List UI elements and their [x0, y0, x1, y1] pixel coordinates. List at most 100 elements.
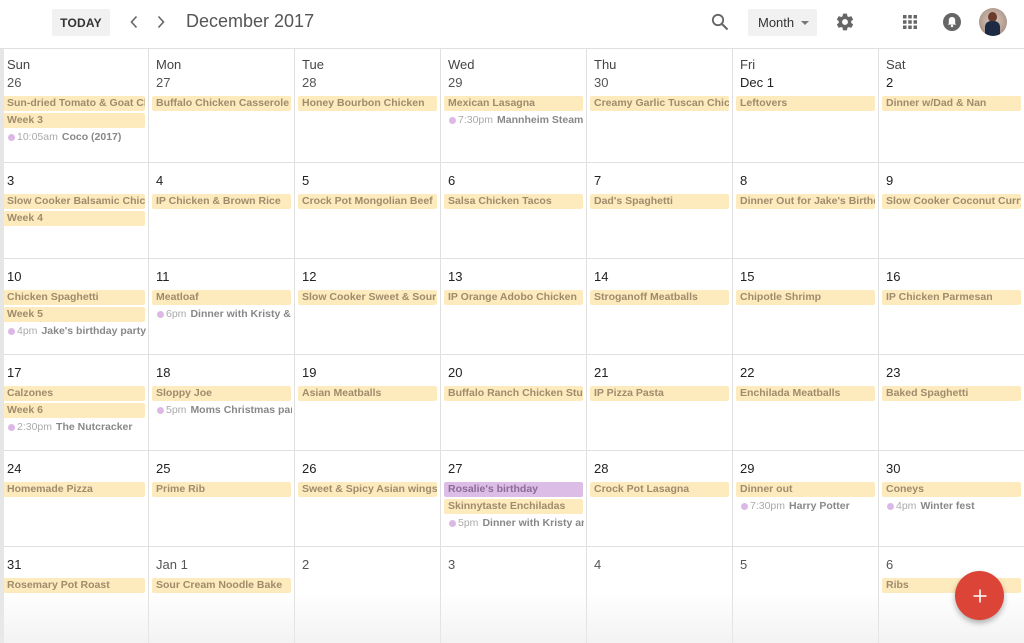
all-day-event-chip[interactable]: Prime Rib: [152, 482, 291, 497]
all-day-event-chip[interactable]: Chipotle Shrimp: [736, 290, 875, 305]
day-cell[interactable]: Wed 29 Mexican Lasagna 7:30pm Mannheim Steam…: [441, 49, 587, 162]
day-number[interactable]: 27: [448, 461, 462, 476]
next-month-button[interactable]: [150, 10, 172, 34]
all-day-event-chip[interactable]: Coneys: [882, 482, 1021, 497]
all-day-event-chip[interactable]: Homemade Pizza: [3, 482, 145, 497]
day-number[interactable]: 15: [740, 269, 754, 284]
all-day-event-chip[interactable]: Enchilada Meatballs: [736, 386, 875, 401]
timed-event[interactable]: 7:30pm Mannheim Steamr: [444, 113, 584, 128]
all-day-event-chip[interactable]: Meatloaf: [152, 290, 291, 305]
all-day-event-chip[interactable]: Buffalo Chicken Casserole: [152, 96, 291, 111]
all-day-event-chip[interactable]: Crock Pot Lasagna: [590, 482, 729, 497]
all-day-event-chip[interactable]: Dad's Spaghetti: [590, 194, 729, 209]
day-number[interactable]: 10: [7, 269, 21, 284]
day-number[interactable]: 9: [886, 173, 893, 188]
day-cell[interactable]: 29 Dinner out 7:30pm Harry Potter: [733, 451, 879, 546]
day-number[interactable]: 26: [7, 75, 21, 90]
all-day-event-chip[interactable]: Chicken Spaghetti: [3, 290, 145, 305]
day-cell[interactable]: Jan 1 Sour Cream Noodle Bake: [149, 547, 295, 643]
apps-button[interactable]: [898, 10, 922, 34]
all-day-event-chip[interactable]: Slow Cooker Balsamic Chicke: [3, 194, 145, 209]
day-number[interactable]: 16: [886, 269, 900, 284]
day-cell[interactable]: Sun 26 Sun-dried Tomato & Goat Che Week 3 10…: [0, 49, 149, 162]
all-day-event-chip[interactable]: IP Pizza Pasta: [590, 386, 729, 401]
day-number[interactable]: 19: [302, 365, 316, 380]
day-cell[interactable]: 25 Prime Rib: [149, 451, 295, 546]
all-day-event-chip[interactable]: IP Orange Adobo Chicken: [444, 290, 583, 305]
day-cell[interactable]: 22 Enchilada Meatballs: [733, 355, 879, 450]
day-cell[interactable]: Mon 27 Buffalo Chicken Casserole: [149, 49, 295, 162]
all-day-event-chip[interactable]: Dinner out: [736, 482, 875, 497]
all-day-event-chip[interactable]: Asian Meatballs: [298, 386, 437, 401]
day-number[interactable]: 31: [7, 557, 21, 572]
day-number[interactable]: 25: [156, 461, 170, 476]
timed-event[interactable]: 5pm Dinner with Kristy and: [444, 516, 584, 531]
day-cell[interactable]: 5: [733, 547, 879, 643]
day-cell[interactable]: 12 Slow Cooker Sweet & Sour M: [295, 259, 441, 354]
day-cell[interactable]: 9 Slow Cooker Coconut Curry C: [879, 163, 1024, 258]
day-number[interactable]: 14: [594, 269, 608, 284]
all-day-event-chip[interactable]: Week 4: [3, 211, 145, 226]
day-cell[interactable]: 4 IP Chicken & Brown Rice: [149, 163, 295, 258]
day-cell[interactable]: 26 Sweet & Spicy Asian wings: [295, 451, 441, 546]
day-cell[interactable]: 6 Salsa Chicken Tacos: [441, 163, 587, 258]
day-cell[interactable]: 10 Chicken Spaghetti Week 5 4pm Jake's birth…: [0, 259, 149, 354]
day-number[interactable]: 30: [594, 75, 608, 90]
previous-month-button[interactable]: [123, 10, 145, 34]
day-number[interactable]: 2: [302, 557, 309, 572]
timed-event[interactable]: 5pm Moms Christmas part: [152, 403, 292, 418]
timed-event[interactable]: 10:05am Coco (2017): [3, 130, 146, 145]
day-number[interactable]: 3: [448, 557, 455, 572]
all-day-event-chip[interactable]: IP Chicken & Brown Rice: [152, 194, 291, 209]
day-number[interactable]: 22: [740, 365, 754, 380]
all-day-event-chip[interactable]: Dinner Out for Jake's Birthday: [736, 194, 875, 209]
all-day-event-chip[interactable]: Sun-dried Tomato & Goat Che: [3, 96, 145, 111]
day-number[interactable]: 3: [7, 173, 14, 188]
all-day-event-chip[interactable]: Salsa Chicken Tacos: [444, 194, 583, 209]
day-number[interactable]: 6: [448, 173, 455, 188]
search-button[interactable]: [708, 10, 732, 34]
day-cell[interactable]: 17 Calzones Week 6 2:30pm The Nutcracker: [0, 355, 149, 450]
day-cell[interactable]: 5 Crock Pot Mongolian Beef: [295, 163, 441, 258]
day-cell[interactable]: 15 Chipotle Shrimp: [733, 259, 879, 354]
day-number[interactable]: 24: [7, 461, 21, 476]
day-cell[interactable]: 13 IP Orange Adobo Chicken: [441, 259, 587, 354]
all-day-event-chip[interactable]: Rosemary Pot Roast: [3, 578, 145, 593]
timed-event[interactable]: 2:30pm The Nutcracker: [3, 420, 146, 435]
day-cell[interactable]: Sat 2 Dinner w/Dad & Nan: [879, 49, 1024, 162]
all-day-event-chip[interactable]: Creamy Garlic Tuscan Chicke: [590, 96, 729, 111]
day-cell[interactable]: 27 Rosalie's birthday Skinnytaste Enchilad…: [441, 451, 587, 546]
day-number[interactable]: 8: [740, 173, 747, 188]
day-number[interactable]: 2: [886, 75, 893, 90]
day-number[interactable]: 29: [740, 461, 754, 476]
day-number[interactable]: 4: [594, 557, 601, 572]
day-cell[interactable]: 11 Meatloaf 6pm Dinner with Kristy & C: [149, 259, 295, 354]
day-number[interactable]: 6: [886, 557, 893, 572]
birthday-event-chip[interactable]: Rosalie's birthday: [444, 482, 583, 497]
all-day-event-chip[interactable]: Skinnytaste Enchiladas: [444, 499, 583, 514]
day-cell[interactable]: 19 Asian Meatballs: [295, 355, 441, 450]
day-number[interactable]: Jan 1: [156, 557, 188, 572]
day-cell[interactable]: 28 Crock Pot Lasagna: [587, 451, 733, 546]
all-day-event-chip[interactable]: Week 6: [3, 403, 145, 418]
day-number[interactable]: 17: [7, 365, 21, 380]
today-button[interactable]: TODAY: [52, 9, 110, 36]
day-cell[interactable]: 31 Rosemary Pot Roast: [0, 547, 149, 643]
day-number[interactable]: 20: [448, 365, 462, 380]
day-number[interactable]: 11: [156, 269, 170, 284]
create-event-button[interactable]: [955, 571, 1004, 620]
day-cell[interactable]: 18 Sloppy Joe 5pm Moms Christmas part: [149, 355, 295, 450]
all-day-event-chip[interactable]: Calzones: [3, 386, 145, 401]
day-cell[interactable]: 14 Stroganoff Meatballs: [587, 259, 733, 354]
user-avatar[interactable]: [979, 8, 1007, 36]
day-cell[interactable]: 4: [587, 547, 733, 643]
day-number[interactable]: 4: [156, 173, 163, 188]
all-day-event-chip[interactable]: Buffalo Ranch Chicken Stuffe: [444, 386, 583, 401]
all-day-event-chip[interactable]: Leftovers: [736, 96, 875, 111]
day-number[interactable]: 28: [594, 461, 608, 476]
day-cell[interactable]: 7 Dad's Spaghetti: [587, 163, 733, 258]
all-day-event-chip[interactable]: Mexican Lasagna: [444, 96, 583, 111]
day-cell[interactable]: 16 IP Chicken Parmesan: [879, 259, 1024, 354]
settings-button[interactable]: [833, 10, 857, 34]
day-number[interactable]: 30: [886, 461, 900, 476]
